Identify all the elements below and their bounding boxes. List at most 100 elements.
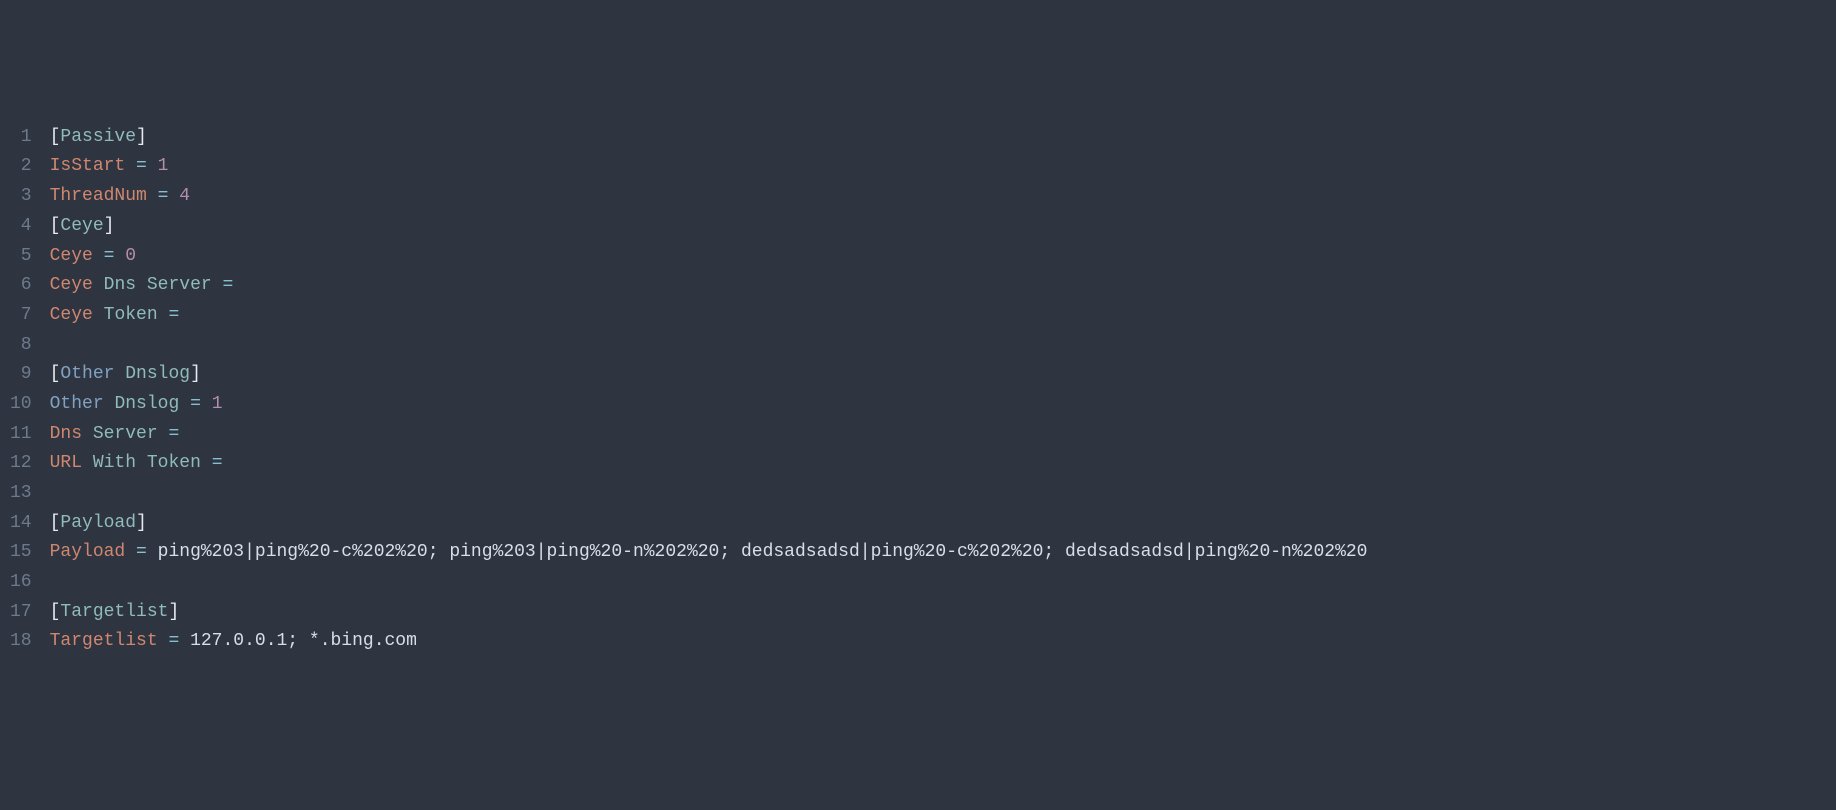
token-text <box>179 631 190 651</box>
token-text <box>168 186 179 206</box>
token-text <box>136 453 147 473</box>
code-line: ThreadNum = 4 <box>50 182 1368 212</box>
code-line: Other Dnslog = 1 <box>50 390 1368 420</box>
token-keyword: Other <box>50 394 104 414</box>
token-key: Ceye <box>50 305 93 325</box>
token-key: Targetlist <box>50 631 158 651</box>
token-ident: Dns <box>104 275 136 295</box>
token-eq: = <box>190 394 201 414</box>
token-text <box>82 424 93 444</box>
code-editor: 123456789101112131415161718 [Passive]IsS… <box>0 119 1836 661</box>
token-eq: = <box>136 542 147 562</box>
token-section: [ <box>50 216 61 236</box>
token-text <box>158 631 169 651</box>
line-number: 4 <box>10 212 32 242</box>
code-line: IsStart = 1 <box>50 152 1368 182</box>
token-num: 4 <box>179 186 190 206</box>
token-text <box>158 305 169 325</box>
token-text <box>179 394 190 414</box>
token-section: ] <box>190 364 201 384</box>
line-number: 1 <box>10 123 32 153</box>
token-ident: Payload <box>60 513 136 533</box>
token-key: Dns <box>50 424 82 444</box>
token-eq: = <box>104 246 115 266</box>
code-line <box>50 479 1368 509</box>
token-ident: Dnslog <box>125 364 190 384</box>
token-text <box>104 394 115 414</box>
token-text: 127.0.0.1; *.bing.com <box>190 631 417 651</box>
token-ident: Server <box>147 275 212 295</box>
line-number: 15 <box>10 538 32 568</box>
code-line: [Payload] <box>50 509 1368 539</box>
line-number: 2 <box>10 152 32 182</box>
token-eq: = <box>168 631 179 651</box>
token-text <box>136 275 147 295</box>
line-number: 6 <box>10 271 32 301</box>
code-line: Dns Server = <box>50 420 1368 450</box>
token-text <box>147 186 158 206</box>
token-ident: Passive <box>60 127 136 147</box>
token-ident: Ceye <box>60 216 103 236</box>
token-text <box>93 305 104 325</box>
line-number: 13 <box>10 479 32 509</box>
code-line: [Other Dnslog] <box>50 360 1368 390</box>
line-number: 9 <box>10 360 32 390</box>
line-number: 3 <box>10 182 32 212</box>
token-text <box>114 364 125 384</box>
token-eq: = <box>222 275 233 295</box>
token-section: [ <box>50 364 61 384</box>
line-number: 14 <box>10 509 32 539</box>
token-text <box>147 156 158 176</box>
code-line: Ceye Dns Server = <box>50 271 1368 301</box>
token-eq: = <box>168 305 179 325</box>
token-section: ] <box>104 216 115 236</box>
token-eq: = <box>158 186 169 206</box>
line-number: 8 <box>10 331 32 361</box>
line-number: 18 <box>10 627 32 657</box>
line-number: 12 <box>10 449 32 479</box>
line-number: 7 <box>10 301 32 331</box>
token-eq: = <box>212 453 223 473</box>
token-ident: Token <box>147 453 201 473</box>
code-line: [Ceye] <box>50 212 1368 242</box>
line-number: 10 <box>10 390 32 420</box>
token-eq: = <box>136 156 147 176</box>
code-line <box>50 331 1368 361</box>
token-keyword: Other <box>60 364 114 384</box>
token-text <box>201 453 212 473</box>
token-ident: Token <box>104 305 158 325</box>
code-line: Ceye = 0 <box>50 242 1368 272</box>
token-ident: With <box>93 453 136 473</box>
token-text <box>93 275 104 295</box>
token-section: [ <box>50 602 61 622</box>
token-num: 1 <box>158 156 169 176</box>
token-key: Ceye <box>50 246 93 266</box>
token-section: [ <box>50 513 61 533</box>
line-number: 17 <box>10 598 32 628</box>
token-key: URL <box>50 453 82 473</box>
token-ident: Dnslog <box>114 394 179 414</box>
code-line: Payload = ping%203|ping%20-c%202%20; pin… <box>50 538 1368 568</box>
token-text <box>158 424 169 444</box>
token-num: 0 <box>125 246 136 266</box>
token-text <box>147 542 158 562</box>
code-line: Targetlist = 127.0.0.1; *.bing.com <box>50 627 1368 657</box>
token-ident: Targetlist <box>60 602 168 622</box>
line-number-gutter: 123456789101112131415161718 <box>0 119 50 661</box>
token-text <box>201 394 212 414</box>
code-line: [Passive] <box>50 123 1368 153</box>
token-key: Ceye <box>50 275 93 295</box>
line-number: 16 <box>10 568 32 598</box>
token-section: [ <box>50 127 61 147</box>
token-section: ] <box>168 602 179 622</box>
token-ident: Server <box>93 424 158 444</box>
code-line: [Targetlist] <box>50 598 1368 628</box>
line-number: 5 <box>10 242 32 272</box>
line-number: 11 <box>10 420 32 450</box>
code-line <box>50 568 1368 598</box>
token-num: 1 <box>212 394 223 414</box>
token-text: ping%203|ping%20-c%202%20; ping%203|ping… <box>158 542 1368 562</box>
code-line: URL With Token = <box>50 449 1368 479</box>
token-key: IsStart <box>50 156 126 176</box>
token-eq: = <box>168 424 179 444</box>
